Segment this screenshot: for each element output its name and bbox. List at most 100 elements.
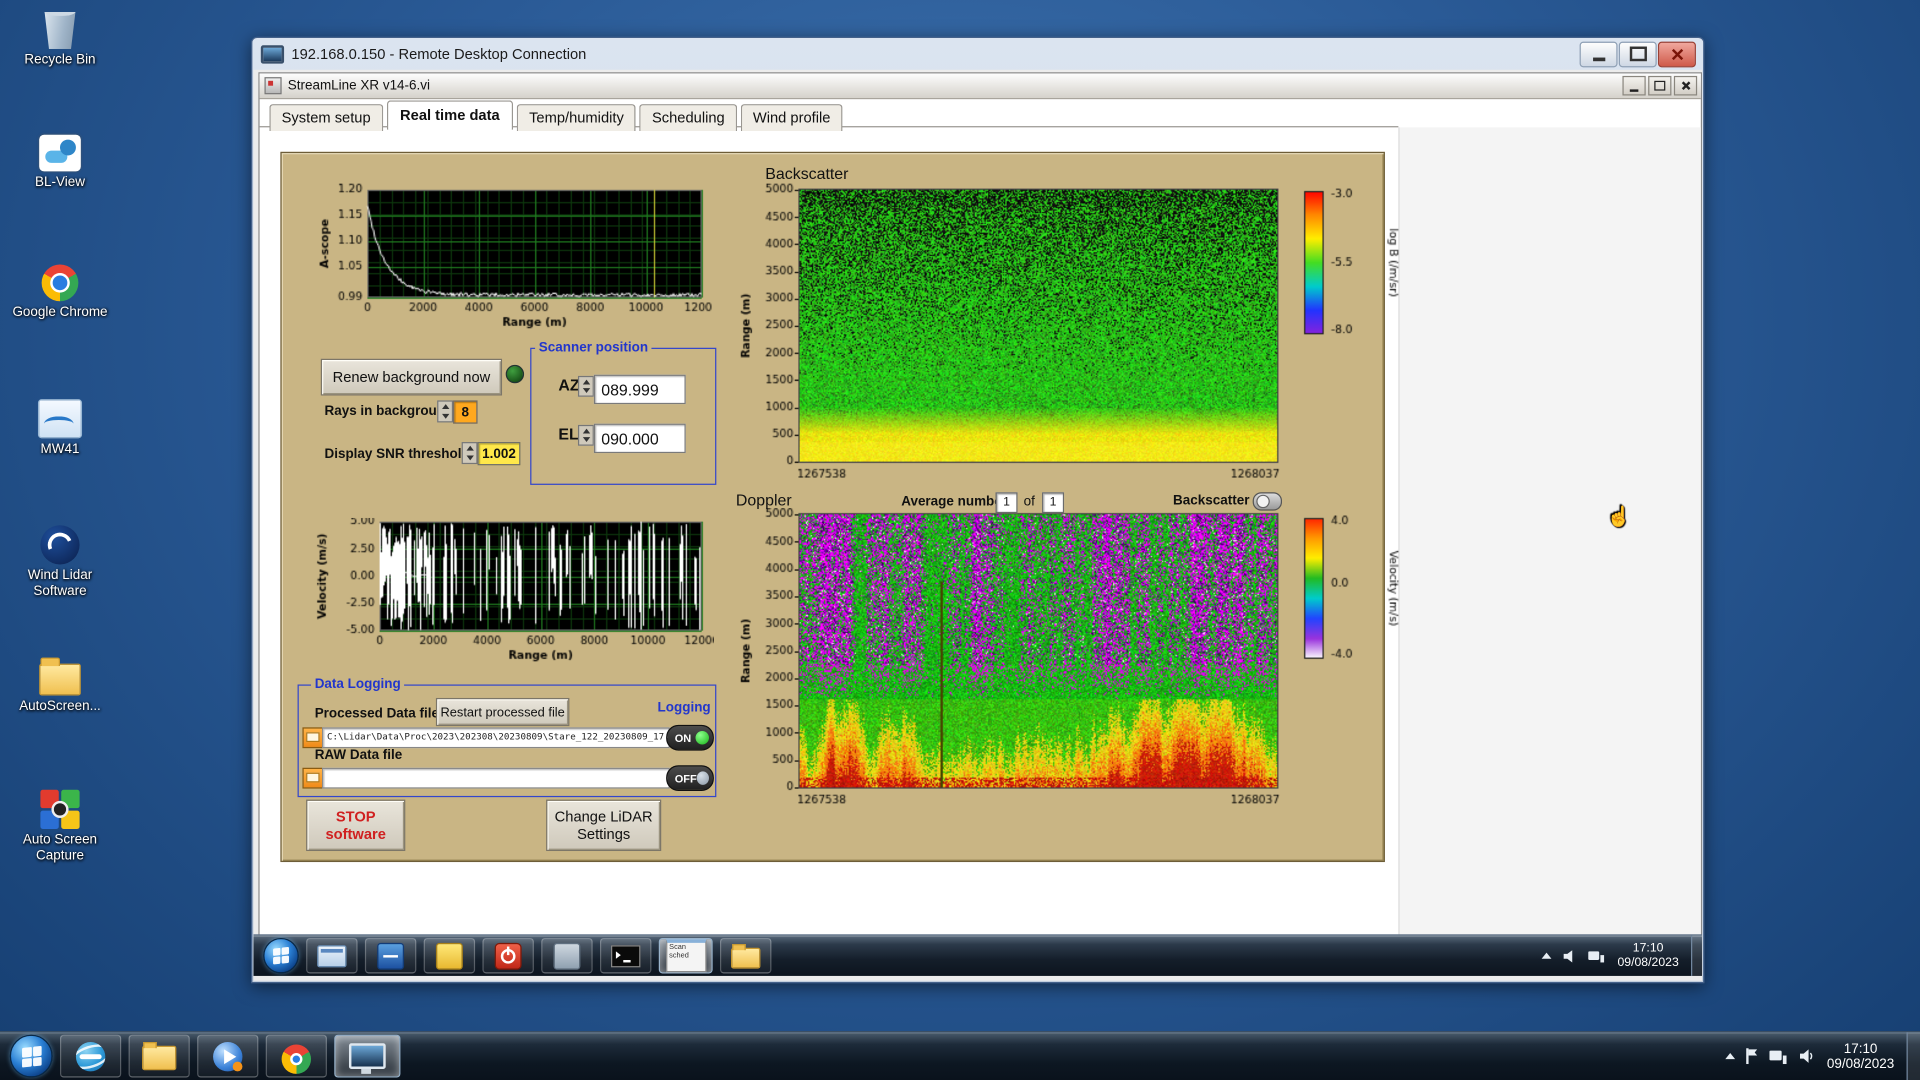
- logging-label: Logging: [658, 700, 711, 715]
- desktop-icon-recycle-bin[interactable]: Recycle Bin: [7, 5, 112, 69]
- doppler-section-title: Doppler: [736, 491, 792, 509]
- rays-spinner[interactable]: [437, 400, 453, 422]
- folder-icon: [731, 947, 760, 968]
- remote-tray-network-icon[interactable]: [1588, 948, 1605, 963]
- icon-label: AutoScreen...: [7, 699, 112, 715]
- renew-background-button[interactable]: Renew background now: [321, 359, 502, 396]
- remote-taskbar-scan-sched[interactable]: Scansched: [659, 938, 713, 974]
- host-clock[interactable]: 17:10 09/08/2023: [1827, 1041, 1894, 1070]
- of-label: of: [1024, 495, 1035, 510]
- tab-system-setup[interactable]: System setup: [269, 104, 383, 131]
- el-spinner[interactable]: [578, 425, 594, 446]
- maximize-button[interactable]: [1619, 41, 1657, 67]
- taskbar-explorer[interactable]: [129, 1035, 190, 1078]
- remote-taskbar-console[interactable]: [600, 938, 651, 974]
- tray-caret-icon[interactable]: [1725, 1053, 1735, 1059]
- desktop-icon-wind-lidar[interactable]: Wind Lidar Software: [7, 522, 112, 600]
- tab-temp-humidity[interactable]: Temp/humidity: [517, 104, 636, 131]
- labview-app-icon: [264, 77, 281, 94]
- internet-explorer-icon: [76, 1041, 105, 1070]
- app-titlebar[interactable]: StreamLine XR v14-6.vi: [260, 73, 1701, 99]
- streamline-app-window: StreamLine XR v14-6.vi System setup Real…: [258, 72, 1702, 936]
- raw-path-drive-icon[interactable]: [302, 768, 323, 789]
- app-close-button[interactable]: [1674, 76, 1697, 96]
- remote-taskbar-power[interactable]: [482, 938, 533, 974]
- folder-icon: [39, 664, 81, 696]
- app-minimize-button[interactable]: [1622, 76, 1645, 96]
- tray-flag-icon[interactable]: [1746, 1048, 1758, 1064]
- taskbar-rdp-active[interactable]: [334, 1035, 400, 1078]
- remote-taskbar-explorer[interactable]: [306, 938, 357, 974]
- tray-network-icon[interactable]: [1769, 1048, 1787, 1064]
- processed-path-drive-icon[interactable]: [302, 727, 323, 748]
- remote-taskbar-app-blue[interactable]: [365, 938, 416, 974]
- processed-path-field[interactable]: C:\Lidar\Data\Proc\2023\202308\20230809\…: [322, 727, 670, 748]
- el-label: EL: [558, 425, 578, 443]
- remote-taskbar-app-yellow[interactable]: [424, 938, 475, 974]
- wind-lidar-icon: [40, 525, 79, 564]
- data-logging-title: Data Logging: [311, 677, 404, 692]
- chrome-icon: [42, 264, 79, 301]
- rdp-titlebar[interactable]: 192.168.0.150 - Remote Desktop Connectio…: [252, 38, 1703, 70]
- backscatter-section-title: Backscatter: [765, 164, 848, 182]
- background-led: [506, 365, 524, 383]
- blue-app-icon: [377, 942, 404, 969]
- stop-software-button[interactable]: STOP software: [306, 800, 405, 851]
- icon-label: Wind Lidar Software: [7, 568, 112, 600]
- tab-wind-profile[interactable]: Wind profile: [741, 104, 843, 131]
- off-led-icon: [697, 771, 709, 784]
- average-total-field[interactable]: 1: [1042, 492, 1064, 513]
- restart-processed-file-button[interactable]: Restart processed file: [436, 698, 569, 726]
- az-value-field[interactable]: 089.999: [594, 375, 686, 404]
- snr-value-field[interactable]: 1.002: [478, 442, 521, 465]
- media-player-icon: [213, 1041, 242, 1070]
- remote-taskbar: Scansched 17:10 09/08/2023: [253, 934, 1702, 976]
- tray-volume-icon[interactable]: [1799, 1048, 1815, 1064]
- taskbar-media-player[interactable]: [197, 1035, 258, 1078]
- taskbar-chrome[interactable]: [266, 1035, 327, 1078]
- minimize-button[interactable]: [1580, 41, 1618, 67]
- scanner-position-title: Scanner position: [535, 340, 652, 355]
- desktop-icon-auto-screen-capture[interactable]: Auto Screen Capture: [7, 786, 112, 864]
- host-taskbar: 17:10 09/08/2023: [0, 1031, 1920, 1080]
- remote-show-desktop-button[interactable]: [1691, 936, 1702, 976]
- taskbar-ie[interactable]: [60, 1035, 121, 1078]
- tab-scheduling[interactable]: Scheduling: [640, 104, 737, 131]
- doppler-colorbar: [1299, 508, 1414, 679]
- el-value-field[interactable]: 090.000: [594, 424, 686, 453]
- remote-taskbar-folder[interactable]: [720, 938, 771, 974]
- snr-spinner[interactable]: [462, 442, 478, 464]
- backscatter-display-toggle[interactable]: [1253, 492, 1282, 510]
- desktop-icon-mw41[interactable]: MW41: [7, 394, 112, 458]
- desktop-icon-autoscreen-folder[interactable]: AutoScreen...: [7, 654, 112, 715]
- backscatter-colorbar: [1299, 181, 1414, 352]
- raw-path-field[interactable]: [322, 768, 670, 789]
- start-button[interactable]: [10, 1035, 53, 1078]
- yellow-app-icon: [436, 942, 463, 969]
- rays-value-field[interactable]: 8: [453, 400, 477, 423]
- show-desktop-button[interactable]: [1907, 1032, 1920, 1080]
- desktop: Recycle Bin BL-View Google Chrome MW41 W…: [0, 0, 1920, 1080]
- change-lidar-settings-button[interactable]: Change LiDAR Settings: [546, 800, 661, 851]
- az-spinner[interactable]: [578, 376, 594, 397]
- close-button[interactable]: [1658, 41, 1696, 67]
- average-number-field[interactable]: 1: [996, 492, 1018, 513]
- raw-logging-toggle[interactable]: OFF: [666, 765, 714, 791]
- velocity-graph: [309, 518, 714, 671]
- processed-logging-toggle[interactable]: ON: [666, 725, 714, 751]
- recycle-bin-icon: [42, 5, 79, 49]
- on-led-icon: [696, 731, 709, 744]
- remote-clock[interactable]: 17:10 09/08/2023: [1617, 941, 1678, 970]
- raw-data-file-label: RAW Data file: [315, 748, 403, 763]
- backscatter-toggle-label: Backscatter: [1173, 493, 1249, 508]
- remote-tray-caret-icon[interactable]: [1542, 953, 1552, 959]
- mw41-icon: [38, 399, 82, 438]
- remote-tray-volume-icon[interactable]: [1562, 948, 1577, 963]
- desktop-icon-bl-view[interactable]: BL-View: [7, 130, 112, 191]
- remote-taskbar-app-gray[interactable]: [541, 938, 592, 974]
- tab-real-time-data[interactable]: Real time data: [387, 100, 514, 129]
- remote-start-button[interactable]: [263, 938, 299, 974]
- app-maximize-button[interactable]: [1648, 76, 1671, 96]
- desktop-icon-chrome[interactable]: Google Chrome: [7, 260, 112, 321]
- scan-sched-window-icon: Scansched: [666, 939, 706, 972]
